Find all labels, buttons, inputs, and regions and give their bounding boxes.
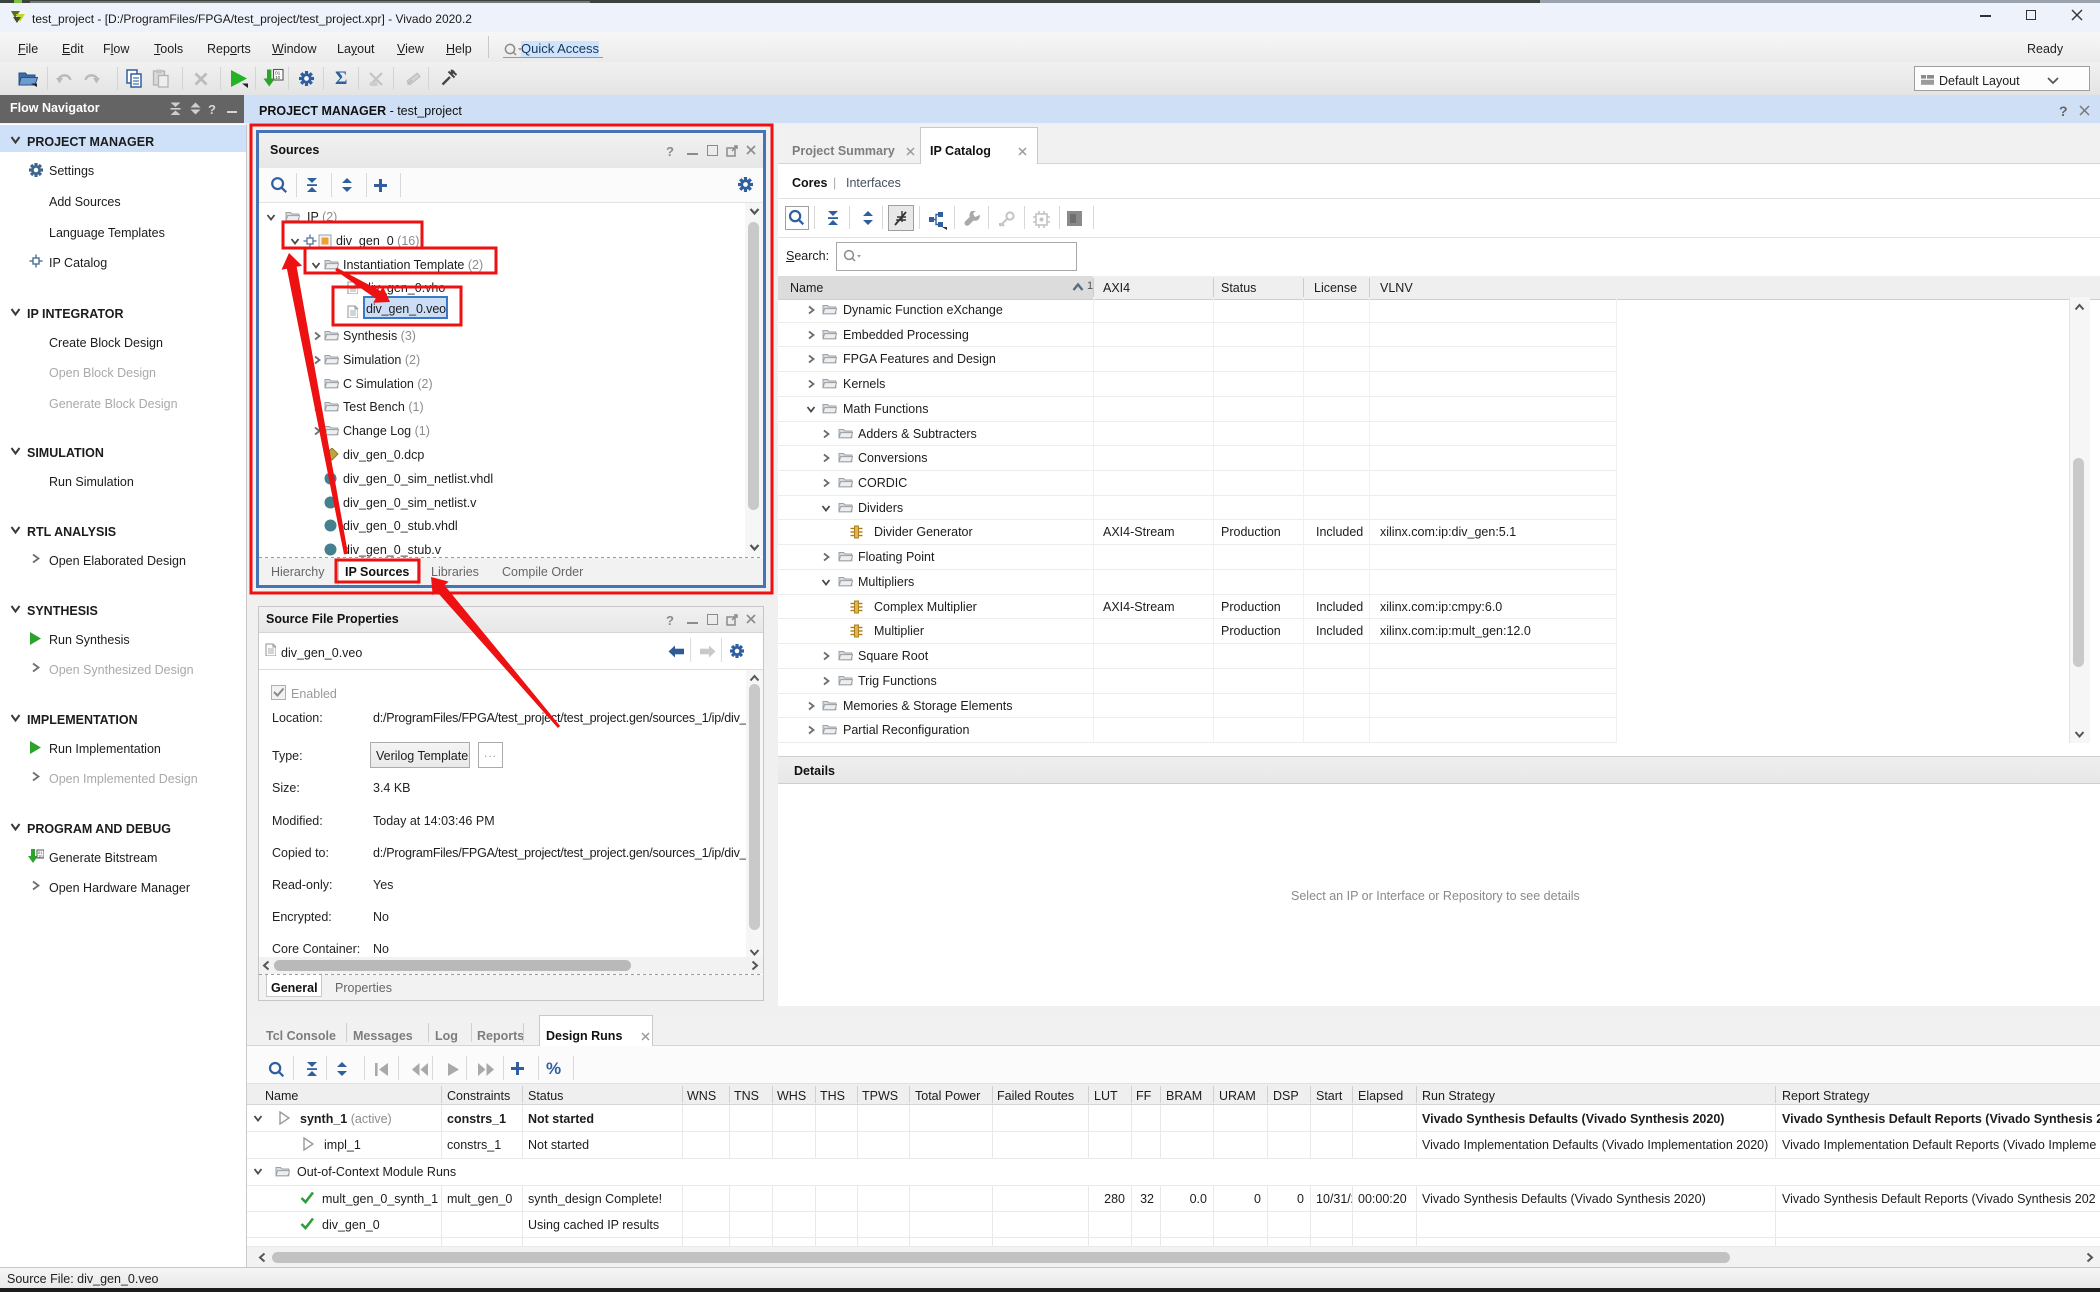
svg-text:10: 10 — [275, 75, 281, 81]
svg-text:10: 10 — [38, 854, 43, 859]
